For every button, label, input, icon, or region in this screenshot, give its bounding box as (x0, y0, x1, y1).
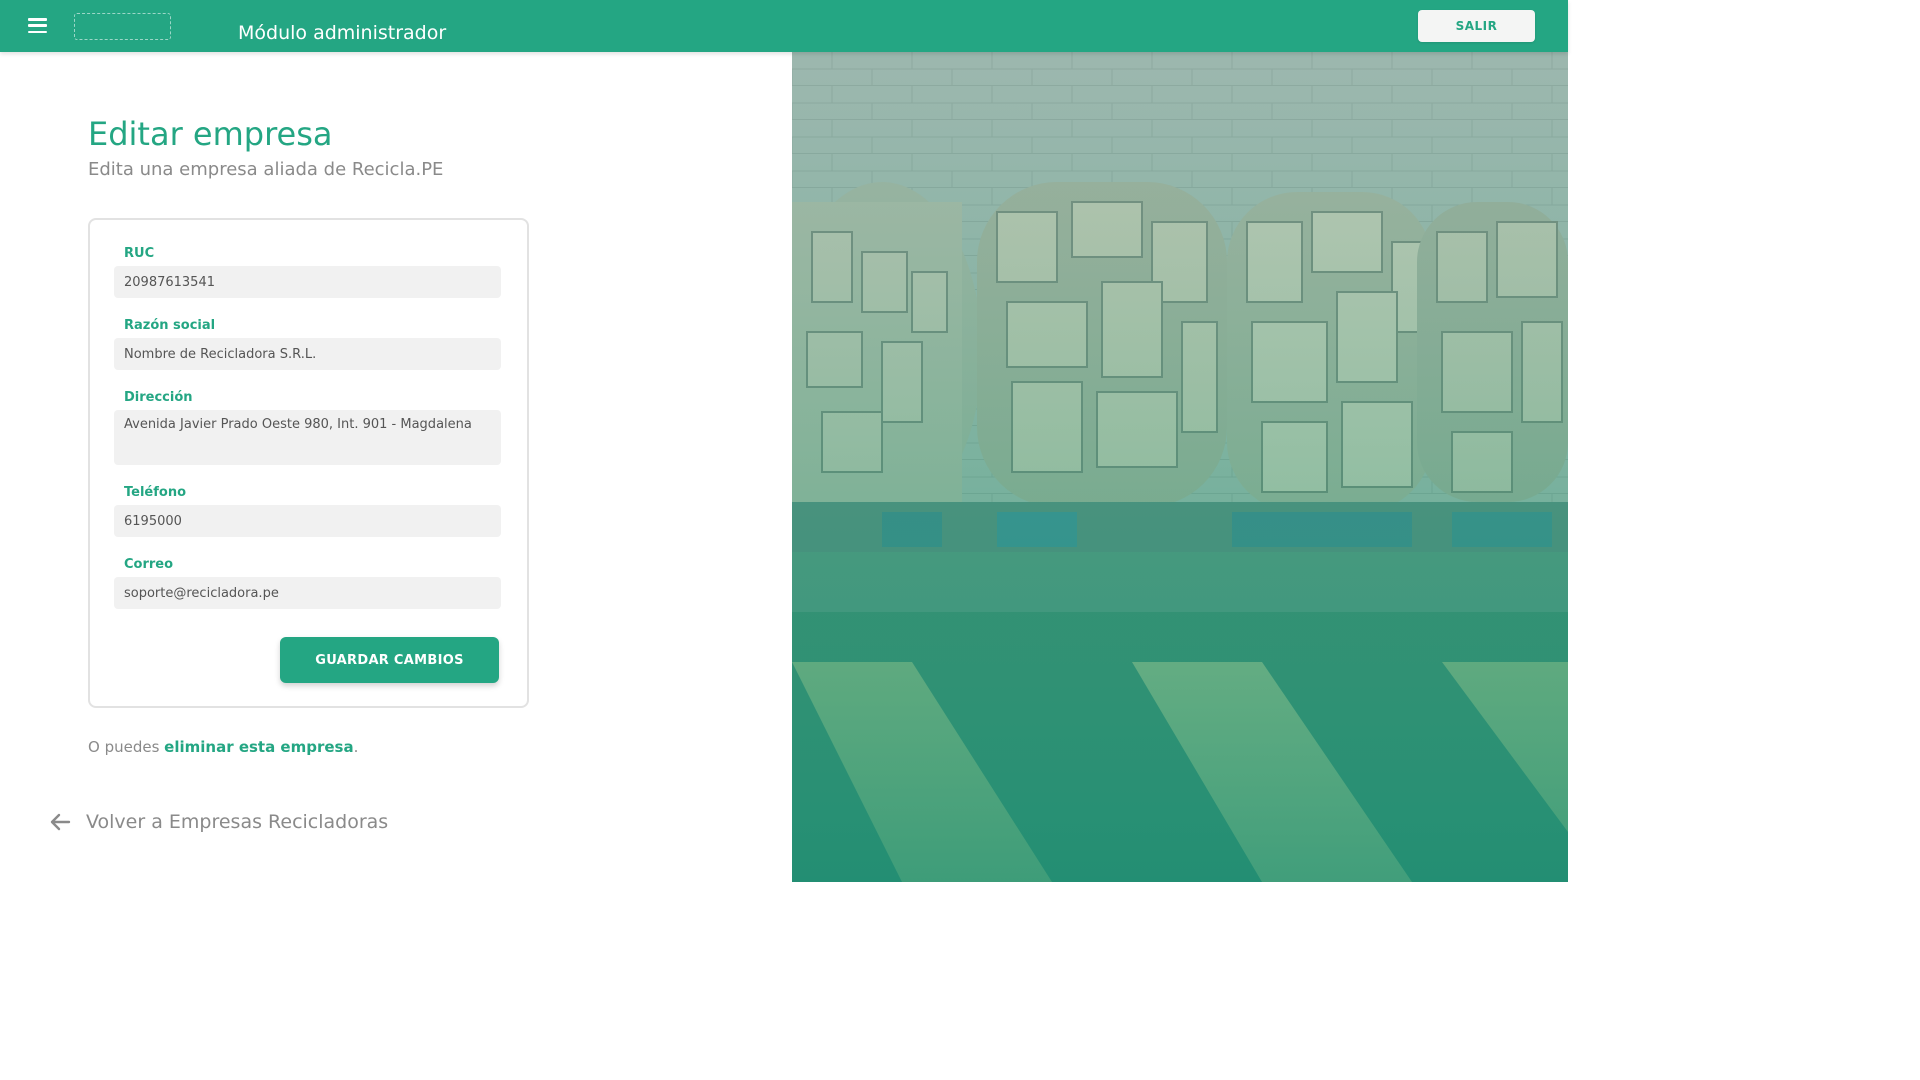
phone-field[interactable] (114, 505, 501, 537)
business-name-field[interactable] (114, 338, 501, 370)
form-panel: Editar empresa Edita una empresa aliada … (0, 52, 792, 882)
ruc-field[interactable] (114, 266, 501, 298)
save-changes-button[interactable]: GUARDAR CAMBIOS (280, 637, 499, 683)
email-label: Correo (124, 557, 174, 572)
page-title: Editar empresa (88, 115, 333, 153)
email-field[interactable] (114, 577, 501, 609)
hero-image (792, 52, 1568, 882)
address-field[interactable]: Avenida Javier Prado Oeste 980, Int. 901… (114, 410, 501, 465)
back-link[interactable]: Volver a Empresas Recicladoras (48, 810, 388, 834)
recycling-bales-illustration (792, 52, 1568, 882)
business-name-label: Razón social (124, 318, 216, 333)
page-subtitle: Edita una empresa aliada de Recicla.PE (88, 159, 444, 180)
phone-label: Teléfono (124, 485, 187, 500)
address-label: Dirección (124, 390, 193, 405)
delete-company-link[interactable]: eliminar esta empresa (164, 738, 353, 756)
top-app-bar: Módulo administrador SALIR (0, 0, 1568, 52)
ruc-label: RUC (124, 246, 155, 261)
logout-button[interactable]: SALIR (1418, 10, 1535, 42)
logo-placeholder[interactable] (74, 13, 171, 40)
back-link-label: Volver a Empresas Recicladoras (86, 811, 389, 833)
delete-suffix: . (353, 738, 359, 756)
arrow-left-icon (50, 813, 71, 831)
delete-prefix: O puedes (88, 738, 165, 756)
menu-icon[interactable] (28, 18, 47, 33)
edit-company-form: RUC Razón social Dirección Avenida Javie… (88, 218, 529, 708)
app-title: Módulo administrador (238, 22, 447, 44)
delete-company-text: O puedes eliminar esta empresa. (88, 737, 358, 757)
